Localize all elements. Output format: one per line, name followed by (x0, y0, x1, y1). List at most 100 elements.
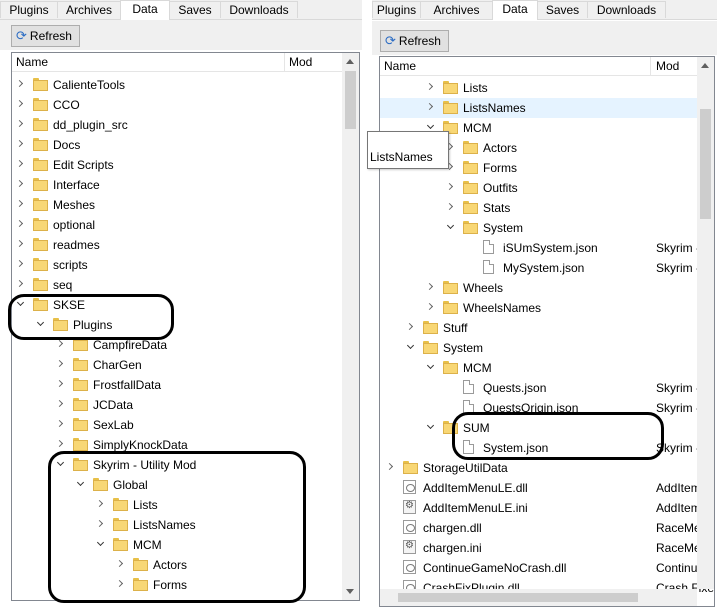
tab-data[interactable]: Data (492, 0, 538, 20)
tab-saves[interactable]: Saves (169, 1, 221, 18)
scroll-up-arrow-icon[interactable] (701, 63, 709, 68)
tab-data[interactable]: Data (120, 0, 170, 20)
tree-folder-row[interactable]: ListsNames (380, 98, 714, 118)
tree-folder-row[interactable]: System (380, 338, 714, 358)
chevron-right-icon[interactable] (426, 283, 435, 292)
tree-file-row[interactable]: ContinueGameNoCrash.dll Continue C (380, 558, 714, 578)
tree-folder-row[interactable]: Lists (12, 495, 359, 515)
tree-folder-row[interactable]: SUM (380, 418, 714, 438)
chevron-right-icon[interactable] (446, 203, 455, 212)
tree-file-row[interactable]: chargen.iniRaceMenu (380, 538, 714, 558)
horizontal-scroll-thumb[interactable] (398, 593, 638, 602)
tree-folder-row[interactable]: Lists (380, 78, 714, 98)
chevron-right-icon[interactable] (16, 260, 25, 269)
chevron-right-icon[interactable] (116, 580, 125, 589)
tree-folder-row[interactable]: Global (12, 475, 359, 495)
column-header-mod[interactable]: Mod (656, 59, 679, 73)
chevron-right-icon[interactable] (426, 103, 435, 112)
chevron-right-icon[interactable] (446, 183, 455, 192)
chevron-right-icon[interactable] (56, 340, 65, 349)
column-header-name[interactable]: Name (384, 59, 416, 73)
chevron-right-icon[interactable] (16, 220, 25, 229)
tree-folder-row[interactable]: MCM (12, 535, 359, 555)
tree-folder-row[interactable]: System (380, 218, 714, 238)
tab-plugins[interactable]: Plugins (0, 1, 58, 18)
right-horizontal-scrollbar[interactable] (380, 589, 697, 606)
tab-archives[interactable]: Archives (57, 1, 121, 18)
tree-file-row[interactable]: MySystem.json Skyrim - U (380, 258, 714, 278)
tree-folder-row[interactable]: SexLab (12, 415, 359, 435)
tree-folder-row[interactable]: MCM (380, 358, 714, 378)
chevron-down-icon[interactable] (96, 540, 105, 549)
tree-folder-row[interactable]: CalienteTools (12, 75, 359, 95)
chevron-right-icon[interactable] (406, 323, 415, 332)
tab-downloads[interactable]: Downloads (587, 1, 666, 18)
tree-file-row[interactable]: AddItemMenuLE.iniAddItemM (380, 498, 714, 518)
tree-folder-row[interactable]: Interface (12, 175, 359, 195)
chevron-down-icon[interactable] (56, 460, 65, 469)
chevron-down-icon[interactable] (426, 423, 435, 432)
chevron-right-icon[interactable] (56, 400, 65, 409)
tree-folder-row[interactable]: Stats (380, 198, 714, 218)
column-divider[interactable] (650, 57, 651, 75)
tree-folder-row[interactable]: readmes (12, 235, 359, 255)
tree-folder-row[interactable]: Edit Scripts (12, 155, 359, 175)
chevron-down-icon[interactable] (16, 300, 25, 309)
chevron-right-icon[interactable] (56, 380, 65, 389)
chevron-right-icon[interactable] (116, 560, 125, 569)
chevron-right-icon[interactable] (56, 440, 65, 449)
tree-folder-row[interactable]: CharGen (12, 355, 359, 375)
chevron-right-icon[interactable] (386, 463, 395, 472)
scroll-thumb[interactable] (345, 71, 356, 129)
left-vertical-scrollbar[interactable] (342, 53, 359, 600)
refresh-button[interactable]: ⟳ Refresh (380, 30, 449, 52)
tree-folder-row[interactable]: Meshes (12, 195, 359, 215)
chevron-right-icon[interactable] (56, 420, 65, 429)
tree-folder-row[interactable]: optional (12, 215, 359, 235)
tree-folder-row[interactable]: Docs (12, 135, 359, 155)
chevron-down-icon[interactable] (406, 343, 415, 352)
right-vertical-scrollbar[interactable] (697, 57, 714, 589)
scroll-thumb[interactable] (700, 109, 711, 219)
tab-plugins[interactable]: Plugins (372, 1, 421, 18)
column-header-name[interactable]: Name (16, 55, 48, 69)
tree-file-row[interactable]: chargen.dll RaceMenu (380, 518, 714, 538)
tree-file-row[interactable]: Quests.json Skyrim - U (380, 378, 714, 398)
left-data-tree[interactable]: Name Mod CalienteTools CCO dd_plugin_src Do… (11, 52, 360, 601)
chevron-right-icon[interactable] (16, 240, 25, 249)
tree-folder-row[interactable]: Plugins (12, 315, 359, 335)
chevron-right-icon[interactable] (16, 200, 25, 209)
tree-folder-row[interactable]: Wheels (380, 278, 714, 298)
chevron-right-icon[interactable] (56, 360, 65, 369)
tree-folder-row[interactable]: JCData (12, 395, 359, 415)
chevron-down-icon[interactable] (426, 363, 435, 372)
tree-folder-row[interactable]: Skyrim - Utility Mod (12, 455, 359, 475)
tree-folder-row[interactable]: WheelsNames (380, 298, 714, 318)
tree-folder-row[interactable]: StorageUtilData (380, 458, 714, 478)
tree-folder-row[interactable]: Forms (12, 575, 359, 595)
chevron-right-icon[interactable] (426, 303, 435, 312)
tree-folder-row[interactable]: seq (12, 275, 359, 295)
chevron-right-icon[interactable] (16, 120, 25, 129)
chevron-right-icon[interactable] (16, 80, 25, 89)
chevron-right-icon[interactable] (16, 180, 25, 189)
chevron-down-icon[interactable] (446, 223, 455, 232)
chevron-right-icon[interactable] (426, 83, 435, 92)
tree-file-row[interactable]: AddItemMenuLE.dll AddItemM (380, 478, 714, 498)
tree-folder-row[interactable]: FrostfallData (12, 375, 359, 395)
tree-folder-row[interactable]: CCO (12, 95, 359, 115)
tree-file-row[interactable]: iSUmSystem.json Skyrim - U (380, 238, 714, 258)
tree-folder-row[interactable]: Stuff (380, 318, 714, 338)
refresh-button[interactable]: ⟳ Refresh (11, 25, 80, 47)
chevron-right-icon[interactable] (96, 500, 105, 509)
scroll-down-arrow-icon[interactable] (346, 589, 354, 594)
tree-folder-row[interactable]: SKSE (12, 295, 359, 315)
tree-folder-row[interactable]: dd_plugin_src (12, 115, 359, 135)
tab-downloads[interactable]: Downloads (220, 1, 298, 18)
chevron-right-icon[interactable] (16, 100, 25, 109)
column-header-mod[interactable]: Mod (289, 55, 312, 69)
chevron-right-icon[interactable] (16, 280, 25, 289)
tree-folder-row[interactable]: scripts (12, 255, 359, 275)
chevron-right-icon[interactable] (96, 520, 105, 529)
tree-file-row[interactable]: QuestsOrigin.json Skyrim - U (380, 398, 714, 418)
